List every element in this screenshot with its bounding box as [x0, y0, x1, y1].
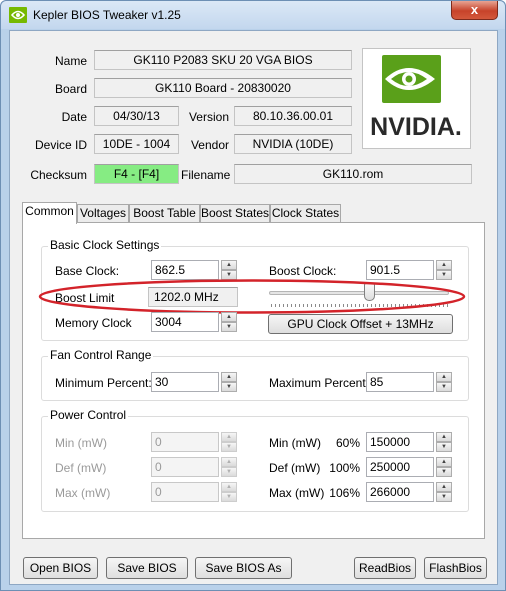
base-clock-spinner[interactable]: 862.5 ▲ ▼: [151, 260, 237, 280]
fan-max-spinner[interactable]: 85 ▲ ▼: [366, 372, 452, 392]
fan-min-down-icon[interactable]: ▼: [221, 382, 237, 392]
memory-clock-spinner[interactable]: 3004 ▲ ▼: [151, 312, 237, 332]
power-left-def-spinner: 0 ▲ ▼: [151, 457, 237, 477]
power-left-max-up-icon: ▲: [221, 482, 237, 492]
power-left-max-down-icon: ▼: [221, 492, 237, 502]
power-left-min-input: 0: [151, 432, 219, 452]
power-left-min-up-icon: ▲: [221, 432, 237, 442]
open-bios-button[interactable]: Open BIOS: [23, 557, 98, 579]
fan-max-up-icon[interactable]: ▲: [436, 372, 452, 382]
fan-min-input[interactable]: 30: [151, 372, 219, 392]
memory-clock-down-icon[interactable]: ▼: [221, 322, 237, 332]
power-left-def-label: Def (mW): [55, 461, 107, 475]
checksum-field: F4 - [F4]: [94, 164, 179, 184]
base-clock-label: Base Clock:: [55, 264, 120, 278]
fan-min-up-icon[interactable]: ▲: [221, 372, 237, 382]
power-right-max-spinner[interactable]: 266000 ▲ ▼: [366, 482, 452, 502]
power-right-def-spinner[interactable]: 250000 ▲ ▼: [366, 457, 452, 477]
vendor-label: Vendor: [190, 138, 229, 152]
power-left-def-down-icon: ▼: [221, 467, 237, 477]
name-label: Name: [54, 54, 87, 68]
boost-clock-up-icon[interactable]: ▲: [436, 260, 452, 270]
power-left-max-label: Max (mW): [55, 486, 111, 500]
filename-field: GK110.rom: [234, 164, 472, 184]
close-button[interactable]: x: [451, 1, 498, 20]
tab-boost-table[interactable]: Boost Table: [129, 204, 200, 223]
base-clock-input[interactable]: 862.5: [151, 260, 219, 280]
vendor-field: NVIDIA (10DE): [234, 134, 352, 154]
fan-min-label: Minimum Percent:: [55, 376, 152, 390]
base-clock-up-icon[interactable]: ▲: [221, 260, 237, 270]
power-right-max-label: Max (mW): [269, 486, 325, 500]
power-right-max-percent: 106%: [329, 486, 360, 500]
power-left-def-up-icon: ▲: [221, 457, 237, 467]
flash-bios-button[interactable]: FlashBios: [424, 557, 487, 579]
device-id-label: Device ID: [34, 138, 87, 152]
power-right-max-up-icon[interactable]: ▲: [436, 482, 452, 492]
fan-max-label: Maximum Percent:: [269, 376, 370, 390]
tab-boost-states[interactable]: Boost States: [200, 204, 270, 223]
annotation-ellipse: [38, 279, 466, 314]
boost-clock-input[interactable]: 901.5: [366, 260, 434, 280]
nvidia-logo: NVIDIA.: [362, 48, 471, 149]
power-left-max-spinner: 0 ▲ ▼: [151, 482, 237, 502]
power-right-def-percent: 100%: [329, 461, 360, 475]
power-left-def-input: 0: [151, 457, 219, 477]
power-left-min-label: Min (mW): [55, 436, 107, 450]
power-right-def-up-icon[interactable]: ▲: [436, 457, 452, 467]
filename-label: Filename: [181, 168, 231, 182]
power-right-max-input[interactable]: 266000: [366, 482, 434, 502]
memory-clock-up-icon[interactable]: ▲: [221, 312, 237, 322]
version-label: Version: [188, 110, 229, 124]
tab-voltages[interactable]: Voltages: [77, 204, 129, 223]
memory-clock-input[interactable]: 3004: [151, 312, 219, 332]
gpu-clock-offset-button[interactable]: GPU Clock Offset + 13MHz: [268, 314, 453, 334]
power-left-min-spinner: 0 ▲ ▼: [151, 432, 237, 452]
power-right-def-input[interactable]: 250000: [366, 457, 434, 477]
power-right-def-label: Def (mW): [269, 461, 321, 475]
power-group-title: Power Control: [48, 408, 129, 422]
power-right-min-spinner[interactable]: 150000 ▲ ▼: [366, 432, 452, 452]
power-right-min-input[interactable]: 150000: [366, 432, 434, 452]
power-right-min-down-icon[interactable]: ▼: [436, 442, 452, 452]
memory-clock-label: Memory Clock: [55, 316, 132, 330]
power-left-min-down-icon: ▼: [221, 442, 237, 452]
fan-min-spinner[interactable]: 30 ▲ ▼: [151, 372, 237, 392]
power-right-min-label: Min (mW): [269, 436, 321, 450]
fan-group-title: Fan Control Range: [48, 348, 154, 362]
power-right-def-down-icon[interactable]: ▼: [436, 467, 452, 477]
power-right-min-up-icon[interactable]: ▲: [436, 432, 452, 442]
fan-max-down-icon[interactable]: ▼: [436, 382, 452, 392]
tab-clock-states[interactable]: Clock States: [270, 204, 341, 223]
window-title: Kepler BIOS Tweaker v1.25: [33, 8, 181, 22]
nvidia-wordmark: NVIDIA.: [370, 113, 462, 141]
power-left-max-input: 0: [151, 482, 219, 502]
power-right-max-down-icon[interactable]: ▼: [436, 492, 452, 502]
boost-clock-spinner[interactable]: 901.5 ▲ ▼: [366, 260, 452, 280]
nvidia-app-icon: [9, 7, 27, 23]
fan-max-input[interactable]: 85: [366, 372, 434, 392]
board-label: Board: [54, 82, 87, 96]
name-field: GK110 P2083 SKU 20 VGA BIOS: [94, 50, 352, 70]
checksum-label: Checksum: [30, 168, 87, 182]
save-bios-as-button[interactable]: Save BIOS As: [195, 557, 292, 579]
clock-group-title: Basic Clock Settings: [48, 238, 162, 252]
boost-clock-label: Boost Clock:: [269, 264, 337, 278]
date-label: Date: [61, 110, 87, 124]
board-field: GK110 Board - 20830020: [94, 78, 352, 98]
date-field: 04/30/13: [94, 106, 179, 126]
nvidia-eye-icon: NVIDIA.: [370, 55, 462, 141]
read-bios-button[interactable]: ReadBios: [354, 557, 416, 579]
app-window: Kepler BIOS Tweaker v1.25 x Name GK110 P…: [0, 0, 506, 591]
version-field: 80.10.36.00.01: [234, 106, 352, 126]
save-bios-button[interactable]: Save BIOS: [106, 557, 188, 579]
power-right-min-percent: 60%: [335, 436, 360, 450]
tab-common[interactable]: Common: [22, 202, 77, 224]
device-id-field: 10DE - 1004: [94, 134, 179, 154]
title-bar: Kepler BIOS Tweaker v1.25 x: [1, 1, 505, 29]
